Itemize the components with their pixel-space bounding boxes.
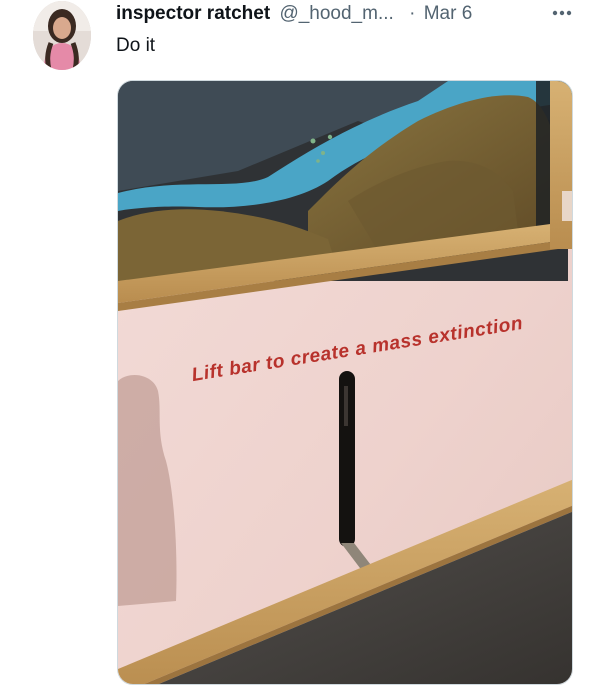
tweet-header: inspector ratchet @_hood_m... · Mar 6 [116,0,586,28]
tweet-text: Do it [116,35,156,56]
museum-exhibit-photo: Lift bar to create a mass extinction [118,81,572,684]
timestamp[interactable]: Mar 6 [424,3,473,24]
author-avatar[interactable] [33,1,91,70]
tweet-photo[interactable]: Lift bar to create a mass extinction [117,80,573,685]
more-horizontal-icon [552,10,572,16]
author-handle[interactable]: @_hood_m... [279,3,393,24]
separator-dot: · [409,3,416,24]
more-options-button[interactable] [546,0,578,28]
author-name[interactable]: inspector ratchet [116,3,270,24]
user-avatar-icon [33,1,91,70]
tweet[interactable]: inspector ratchet @_hood_m... · Mar 6 Do… [0,0,600,687]
